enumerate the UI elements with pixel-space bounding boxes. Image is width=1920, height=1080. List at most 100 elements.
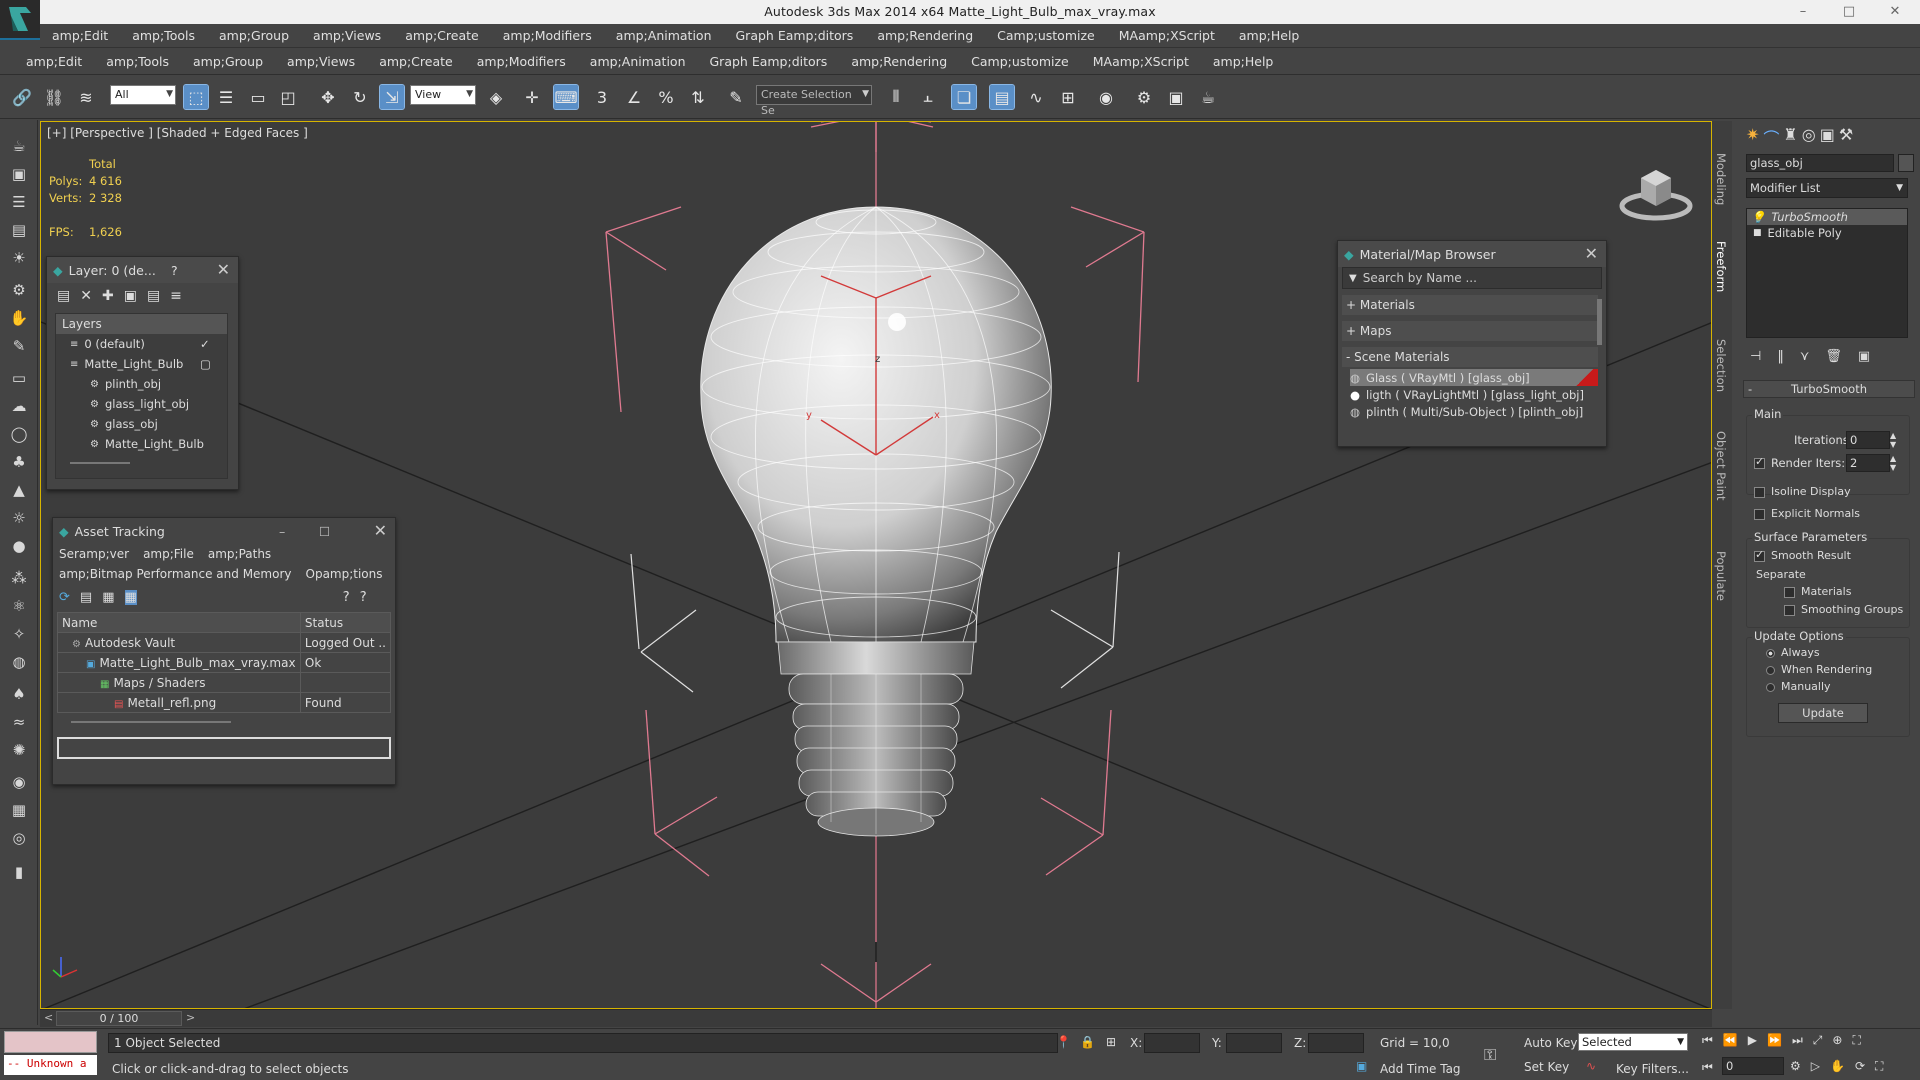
- object-name-field[interactable]: glass_obj: [1746, 154, 1894, 172]
- go-to-end-icon[interactable]: ⏭: [1792, 1033, 1803, 1053]
- isoline-display-checkbox[interactable]: Isoline Display: [1754, 485, 1851, 498]
- lock-icon[interactable]: 🔒: [1080, 1035, 1095, 1049]
- table-view-icon[interactable]: ▦: [124, 589, 137, 605]
- layer-item[interactable]: ≡ 0 (default) ✓: [56, 334, 227, 354]
- material-item[interactable]: ◍ plinth ( Multi/Sub-Object ) [plinth_obj…: [1350, 403, 1598, 420]
- help-button[interactable]: ?: [171, 263, 178, 278]
- layer-options-icon[interactable]: ≡: [170, 288, 182, 304]
- pivot-center-icon[interactable]: ◈: [484, 85, 508, 109]
- menu-secondary-item-8[interactable]: amp;Rendering: [839, 54, 959, 69]
- named-selection-set-input[interactable]: Create Selection Se ▼: [756, 85, 872, 117]
- viewcube-icon[interactable]: [1616, 156, 1696, 229]
- prev-key-icon[interactable]: ⏪: [1723, 1033, 1738, 1053]
- z-coordinate-field[interactable]: [1308, 1033, 1364, 1053]
- menu-primary-item-3[interactable]: amp;Views: [301, 28, 393, 43]
- menu-secondary-item-11[interactable]: amp;Help: [1201, 54, 1285, 69]
- render-iters-spinner[interactable]: 2: [1846, 454, 1890, 472]
- play-icon[interactable]: ▶: [1748, 1033, 1757, 1053]
- iterations-spinner-arrows-icon[interactable]: ▲ ▼: [1890, 431, 1896, 449]
- asset-scrollbar[interactable]: [71, 721, 231, 723]
- rendered-frame-icon[interactable]: ▣: [1164, 85, 1188, 109]
- make-unique-icon[interactable]: ⋎: [1800, 349, 1810, 367]
- select-layer-icon[interactable]: ▣: [124, 288, 137, 304]
- checker-icon[interactable]: ▦: [7, 798, 31, 822]
- sun-icon[interactable]: ☼: [7, 506, 31, 530]
- smooth-result-checkbox[interactable]: Smooth Result: [1754, 548, 1851, 562]
- set-key-button[interactable]: Set Key: [1524, 1060, 1569, 1074]
- gear-icon[interactable]: ⚙: [7, 278, 31, 302]
- window-crossing-icon[interactable]: ◰: [276, 85, 300, 109]
- teapot-icon[interactable]: ☕: [7, 134, 31, 158]
- maps-section[interactable]: + Maps: [1342, 321, 1598, 341]
- create-tab-icon[interactable]: ✷: [1746, 125, 1759, 147]
- menu-primary-item-11[interactable]: amp;Help: [1227, 28, 1311, 43]
- keyboard-shortcut-icon[interactable]: ⌨: [553, 84, 579, 110]
- rollout-turbosmooth-header[interactable]: - TurboSmooth: [1743, 380, 1915, 398]
- move-icon[interactable]: ✥: [316, 85, 340, 109]
- stack-item-turbosmooth[interactable]: 💡 TurboSmooth: [1747, 209, 1907, 225]
- table-row[interactable]: ▦ Maps / Shaders: [57, 672, 392, 693]
- current-frame-field[interactable]: 0: [1722, 1057, 1784, 1075]
- asset-maximize-icon[interactable]: ☐: [319, 524, 330, 539]
- material-ball-icon[interactable]: ◉: [7, 770, 31, 794]
- material-editor-icon[interactable]: ◉: [1094, 85, 1118, 109]
- manipulate-icon[interactable]: ✛: [520, 85, 544, 109]
- maximize-button[interactable]: □: [1826, 0, 1872, 24]
- configure-sets-icon[interactable]: ▣: [1858, 349, 1870, 367]
- material-item[interactable]: ● ligth ( VRayLightMtl ) [glass_light_obj…: [1350, 386, 1598, 403]
- iterations-spinner[interactable]: 0: [1846, 431, 1890, 449]
- cone-icon[interactable]: ▲: [7, 478, 31, 502]
- layer-item[interactable]: ⚙ Matte_Light_Bulb: [56, 434, 227, 454]
- set-key-curve-icon[interactable]: ∿: [1586, 1059, 1596, 1073]
- zoom-icon[interactable]: ⊕: [1832, 1033, 1842, 1053]
- tab-selection[interactable]: Selection: [1714, 339, 1728, 392]
- asset-help2-icon[interactable]: ?: [360, 590, 367, 605]
- ref-coord-dropdown[interactable]: View ▼: [410, 85, 476, 105]
- highlight-layer-icon[interactable]: ▤: [147, 288, 160, 304]
- globe-icon[interactable]: ◍: [7, 650, 31, 674]
- light-icon[interactable]: ☀: [7, 246, 31, 270]
- minimize-button[interactable]: –: [1780, 0, 1826, 24]
- list-icon[interactable]: ☰: [7, 190, 31, 214]
- radio-manually[interactable]: Manually: [1766, 680, 1831, 693]
- particles-icon[interactable]: ⁂: [7, 566, 31, 590]
- compass-icon[interactable]: ✧: [7, 622, 31, 646]
- menu-secondary-item-1[interactable]: amp;Tools: [94, 54, 181, 69]
- update-button[interactable]: Update: [1778, 703, 1868, 723]
- select-object-icon[interactable]: ⬚: [183, 84, 209, 110]
- object-color-swatch[interactable]: [1898, 154, 1914, 172]
- table-row[interactable]: ▤ Metall_refl.png Found: [57, 692, 392, 713]
- menu-primary-item-4[interactable]: amp;Create: [393, 28, 491, 43]
- layer-item[interactable]: ≡ Matte_Light_Bulb ▢: [56, 354, 227, 374]
- orbit-icon[interactable]: ⟳: [1855, 1059, 1865, 1077]
- key-icon[interactable]: ⚿: [1484, 1045, 1496, 1065]
- layer-tree-scrollbar[interactable]: [70, 462, 130, 464]
- key-mode-dropdown[interactable]: Selected ▼: [1578, 1033, 1688, 1051]
- tab-freeform[interactable]: Freeform: [1714, 241, 1728, 292]
- asset-menu-item[interactable]: Seramp;ver: [59, 547, 129, 561]
- asset-menu-item[interactable]: amp;Bitmap Performance and Memory: [59, 567, 292, 581]
- unlink-icon[interactable]: ⛓: [42, 85, 66, 109]
- walk-icon[interactable]: ✋: [1830, 1059, 1845, 1077]
- hierarchy-tab-icon[interactable]: ♜: [1783, 125, 1797, 147]
- render-setup-icon[interactable]: ⚙: [1132, 85, 1156, 109]
- material-item[interactable]: ◍ Glass ( VRayMtl ) [glass_obj]: [1350, 369, 1598, 386]
- x-coordinate-field[interactable]: [1144, 1033, 1200, 1053]
- menu-primary-item-10[interactable]: MAamp;XScript: [1107, 28, 1227, 43]
- asset-path-field[interactable]: [57, 737, 391, 759]
- menu-secondary-item-5[interactable]: amp;Modifiers: [465, 54, 578, 69]
- rect-selection-icon[interactable]: ▭: [246, 85, 270, 109]
- menu-primary-item-8[interactable]: amp;Rendering: [865, 28, 985, 43]
- close-window-button[interactable]: ✕: [1872, 0, 1918, 24]
- pin-stack-icon[interactable]: ⊣: [1750, 349, 1761, 367]
- menu-primary-item-1[interactable]: amp;Tools: [120, 28, 207, 43]
- menu-secondary-item-4[interactable]: amp;Create: [367, 54, 465, 69]
- cloud-icon[interactable]: ☁: [7, 394, 31, 418]
- link-icon[interactable]: 🔗: [10, 85, 34, 109]
- display-tab-icon[interactable]: ▣: [1820, 125, 1835, 147]
- new-layer-icon[interactable]: ▤: [57, 288, 70, 304]
- asset-minimize-icon[interactable]: –: [279, 524, 285, 539]
- key-filters-button[interactable]: Key Filters...: [1616, 1062, 1689, 1076]
- mat-scrollbar[interactable]: [1597, 299, 1602, 345]
- next-key-icon[interactable]: ⏩: [1767, 1033, 1782, 1053]
